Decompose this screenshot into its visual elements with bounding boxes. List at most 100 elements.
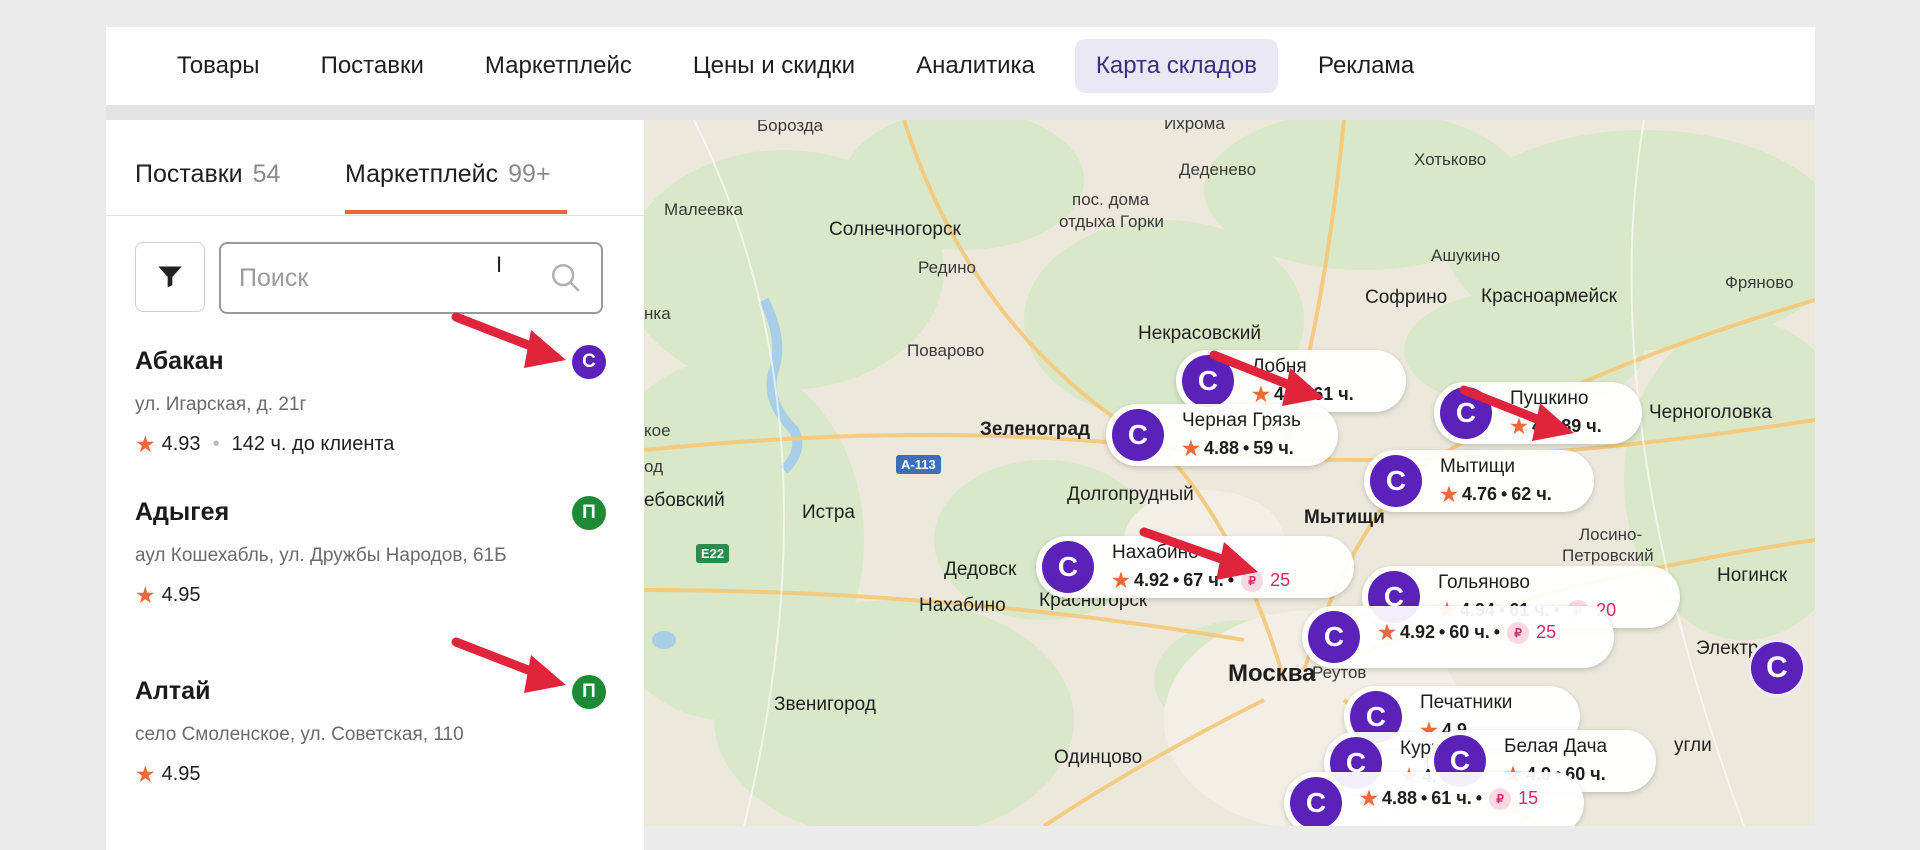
tab-bar: Поставки 54 Маркетплейс 99+: [106, 120, 644, 216]
separator-dot: •: [1420, 788, 1428, 808]
star-icon: ★: [1112, 570, 1130, 592]
top-navigation: Товары Поставки Маркетплейс Цены и скидк…: [106, 27, 1815, 105]
map-place-label: Мытищи: [1304, 507, 1385, 528]
marker-hours: 61 ч.: [1313, 384, 1354, 404]
warehouse-marker-icon: С: [1308, 611, 1360, 663]
map-place-label: Одинцово: [1054, 747, 1143, 768]
warehouse-marker-icon: С: [1112, 409, 1164, 461]
warehouse-name: Алтай: [135, 677, 211, 705]
marker-rating: 4.88: [1381, 788, 1417, 808]
road-sign: А-113: [896, 455, 941, 474]
list-item[interactable]: Адыгея аул Кошехабль, ул. Дружбы Народов…: [135, 498, 615, 609]
tab-count: 99+: [508, 160, 551, 188]
text-cursor-icon: I: [496, 252, 503, 277]
tab-supplies[interactable]: Поставки 54: [135, 160, 280, 189]
road-sign: E22: [696, 544, 730, 563]
search-input[interactable]: [239, 258, 539, 298]
map-place-label: Борозда: [757, 120, 824, 135]
warehouse-name: Адыгея: [135, 498, 230, 526]
marker-hours: 60 ч.: [1449, 622, 1490, 642]
nav-item-supplies[interactable]: Поставки: [300, 39, 445, 93]
map-warehouse-marker[interactable]: С Черная Грязь ★ 4.88 • 59 ч.: [1106, 404, 1338, 466]
warehouse-meta: ★ 4.95: [135, 761, 615, 788]
map-place-label: пос. дома: [1072, 190, 1150, 209]
map-place-label: Истра: [802, 502, 855, 523]
active-tab-indicator: [345, 210, 567, 214]
map-place-label: угли: [1674, 735, 1712, 756]
marker-name: Пушкино: [1510, 388, 1589, 409]
map-place-label: Фряново: [1725, 273, 1794, 292]
map-place-label: Нахабино: [919, 595, 1006, 616]
star-icon: ★: [1360, 788, 1378, 810]
marker-price: 25: [1270, 570, 1291, 590]
tab-marketplace[interactable]: Маркетплейс 99+: [345, 160, 551, 189]
nav-item-warehouse-map[interactable]: Карта складов: [1074, 39, 1278, 93]
warehouse-marker-icon: С: [1440, 387, 1492, 439]
marker-name: Черная Грязь: [1182, 410, 1301, 431]
map-place-label: Редино: [918, 258, 976, 277]
marker-rating: 4.76: [1461, 484, 1497, 504]
map-place-label: Ногинск: [1717, 565, 1788, 586]
star-icon: ★: [1510, 416, 1528, 438]
warehouse-map[interactable]: Борозда Ихрома Деденево Хотьково Малеевк…: [644, 120, 1815, 826]
map-place-label: Ихрома: [1164, 120, 1225, 133]
nav-item-analytics[interactable]: Аналитика: [895, 39, 1056, 93]
marker-meta: ★ 4. • 89 ч.: [1510, 414, 1622, 439]
warehouse-marker-icon: С: [1182, 355, 1234, 407]
star-icon: ★: [135, 582, 156, 608]
marker-price: 25: [1536, 622, 1557, 642]
marker-name: Лобня: [1252, 356, 1307, 377]
separator-dot: •: [1172, 570, 1180, 590]
nav-item-prices[interactable]: Цены и скидки: [672, 39, 876, 93]
warehouse-list-panel: Поставки 54 Маркетплейс 99+ I Абакан ул. И…: [106, 120, 644, 850]
marker-price: 15: [1518, 788, 1539, 808]
marker-hours: 67 ч.: [1183, 570, 1224, 590]
map-warehouse-marker[interactable]: С ★ 4.88 • 61 ч. • ₽15: [1284, 772, 1584, 826]
list-item[interactable]: Абакан ул. Игарская, д. 21г ★ 4.93 • 142…: [135, 347, 615, 458]
map-background: [644, 120, 1815, 826]
marker-rating: 4.8: [1273, 384, 1299, 404]
map-warehouse-marker[interactable]: С Лобня ★ 4.8 • 61 ч.: [1176, 350, 1406, 412]
search-icon[interactable]: [549, 261, 583, 295]
map-place-label: Ашукино: [1431, 246, 1501, 265]
search-box: I: [219, 242, 603, 314]
separator-dot: •: [1227, 570, 1235, 590]
separator-dot: •: [1500, 484, 1508, 504]
map-place-label: Зеленоград: [980, 419, 1091, 440]
map-warehouse-marker[interactable]: С Пушкино ★ 4. • 89 ч.: [1434, 382, 1642, 444]
marker-hours: 61 ч.: [1431, 788, 1472, 808]
marker-hours: 59 ч.: [1253, 438, 1294, 458]
map-warehouse-marker[interactable]: С ★ 4.92 • 60 ч. • ₽25: [1302, 606, 1614, 668]
map-place-label: Москва: [1228, 660, 1316, 687]
map-place-label: ебовский: [644, 490, 725, 511]
tab-label: Маркетплейс: [345, 160, 499, 188]
map-warehouse-marker[interactable]: С Мытищи ★ 4.76 • 62 ч.: [1364, 450, 1594, 512]
filter-button[interactable]: [135, 242, 205, 312]
warehouse-rating: 4.95: [161, 584, 201, 606]
warehouse-meta: ★ 4.93 • 142 ч. до клиента: [135, 431, 615, 458]
ruble-icon: ₽: [1489, 787, 1512, 810]
map-warehouse-marker[interactable]: С Нахабино ★ 4.92 • 67 ч. • ₽25: [1036, 536, 1354, 598]
marker-rating: 4.88: [1203, 438, 1239, 458]
warehouse-name: Абакан: [135, 347, 224, 375]
map-place-label: Долгопрудный: [1067, 484, 1194, 505]
star-icon: ★: [1440, 484, 1458, 506]
map-warehouse-marker[interactable]: С: [1748, 639, 1806, 697]
nav-item-ads[interactable]: Реклама: [1297, 39, 1435, 93]
star-icon: ★: [135, 431, 156, 457]
list-item[interactable]: Алтай село Смоленское, ул. Советская, 11…: [135, 677, 615, 788]
marker-meta: ★ 4.88 • 59 ч.: [1182, 436, 1318, 461]
nav-item-marketplace[interactable]: Маркетплейс: [464, 39, 653, 93]
warehouse-meta: ★ 4.95: [135, 582, 615, 609]
separator-dot: •: [1438, 622, 1446, 642]
nav-item-goods[interactable]: Товары: [156, 39, 281, 93]
map-place-label: Дедовск: [944, 559, 1017, 580]
map-place-label: Черноголовка: [1649, 402, 1772, 423]
marker-hours: 89 ч.: [1561, 416, 1602, 436]
map-place-label: отдыха Горки: [1059, 212, 1164, 231]
map-place-label: Звенигород: [774, 694, 876, 715]
separator-dot: •: [1302, 384, 1310, 404]
warehouse-rating: 4.95: [161, 763, 201, 785]
map-place-label: Хотьково: [1414, 150, 1487, 169]
map-place-label: Солнечногорск: [829, 219, 961, 240]
